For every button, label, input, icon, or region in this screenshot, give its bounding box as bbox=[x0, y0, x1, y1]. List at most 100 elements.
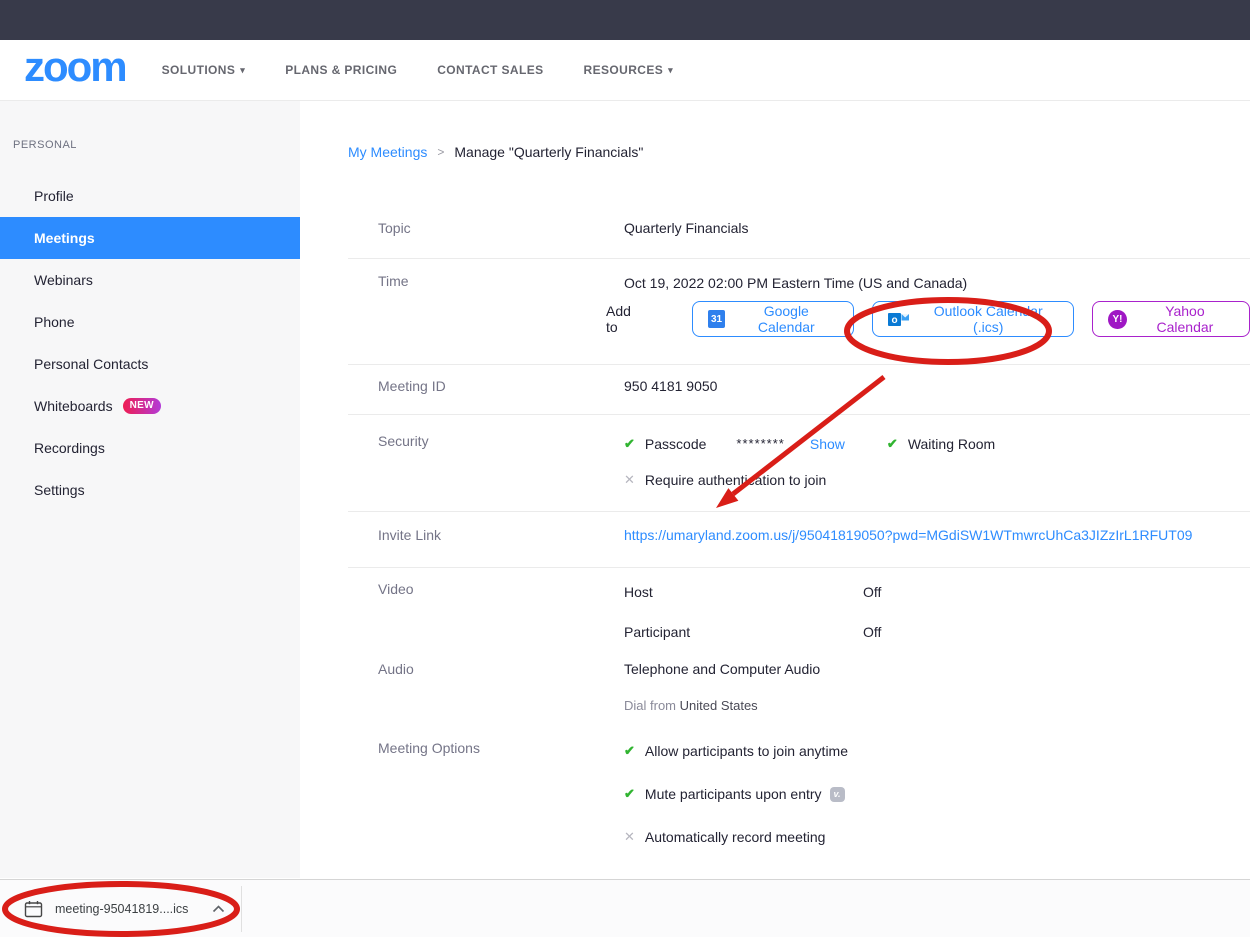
nav-plans-pricing[interactable]: PLANS & PRICING bbox=[285, 63, 397, 77]
sidebar-item-personal-contacts[interactable]: Personal Contacts bbox=[0, 343, 300, 385]
show-passcode-link[interactable]: Show bbox=[810, 433, 845, 455]
check-icon: ✔ bbox=[624, 433, 635, 455]
cross-icon: ✕ bbox=[624, 826, 635, 848]
participant-value: Off bbox=[863, 621, 881, 643]
download-item[interactable]: meeting-95041819....ics bbox=[24, 900, 225, 918]
google-calendar-button[interactable]: 31 Google Calendar bbox=[692, 301, 854, 337]
breadcrumb: My Meetings > Manage "Quarterly Financia… bbox=[348, 144, 1250, 160]
topic-label: Topic bbox=[348, 198, 624, 258]
browser-download-bar: meeting-95041819....ics bbox=[0, 879, 1250, 937]
meeting-options-label: Meeting Options bbox=[348, 740, 624, 848]
sidebar-item-label: Profile bbox=[34, 188, 74, 204]
chevron-down-icon: ▾ bbox=[240, 65, 245, 76]
dial-from-label: Dial from bbox=[624, 698, 676, 713]
audio-row: Audio Telephone and Computer Audio Dial … bbox=[348, 661, 1250, 713]
dial-from-value: United States bbox=[680, 698, 758, 713]
nav-contact-sales-label: CONTACT SALES bbox=[437, 63, 543, 77]
zoom-logo[interactable]: zoom bbox=[24, 46, 126, 94]
nav-solutions-label: SOLUTIONS bbox=[162, 63, 236, 77]
nav-plans-pricing-label: PLANS & PRICING bbox=[285, 63, 397, 77]
page-title: Manage "Quarterly Financials" bbox=[454, 144, 643, 160]
nav-contact-sales[interactable]: CONTACT SALES bbox=[437, 63, 543, 77]
mute-info-icon: v. bbox=[830, 787, 845, 802]
yahoo-calendar-label: Yahoo Calendar bbox=[1136, 303, 1234, 335]
add-to-calendar-line: Add to 31 Google Calendar o bbox=[606, 301, 1250, 337]
meeting-id-label: Meeting ID bbox=[348, 365, 624, 414]
sidebar-list: Profile Meetings Webinars Phone Personal… bbox=[0, 175, 300, 511]
option-auto-record: ✕ Automatically record meeting bbox=[624, 826, 1250, 848]
sidebar-item-label: Meetings bbox=[34, 230, 95, 246]
invite-link-label: Invite Link bbox=[348, 512, 624, 567]
cross-icon: ✕ bbox=[624, 469, 635, 491]
content-wrap: PERSONAL Profile Meetings Webinars Phone… bbox=[0, 101, 1250, 878]
outlook-calendar-icon: o bbox=[888, 311, 909, 328]
video-participant-line: Participant Off bbox=[624, 603, 1250, 643]
svg-text:o: o bbox=[892, 315, 898, 326]
add-to-label: Add to bbox=[606, 303, 646, 335]
sidebar-item-profile[interactable]: Profile bbox=[0, 175, 300, 217]
outlook-calendar-label: Outlook Calendar (.ics) bbox=[918, 303, 1058, 335]
check-icon: ✔ bbox=[624, 740, 635, 762]
check-icon: ✔ bbox=[887, 433, 898, 455]
google-calendar-icon: 31 bbox=[708, 310, 726, 328]
meeting-options-row: Meeting Options ✔ Allow participants to … bbox=[348, 740, 1250, 848]
video-row: Video Host Off Participant Off bbox=[348, 568, 1250, 643]
passcode-label: Passcode bbox=[645, 433, 706, 455]
top-navigation: SOLUTIONS ▾ PLANS & PRICING CONTACT SALE… bbox=[162, 63, 673, 77]
sidebar-item-label: Recordings bbox=[34, 440, 105, 456]
time-value: Oct 19, 2022 02:00 PM Eastern Time (US a… bbox=[624, 259, 1250, 293]
topic-value: Quarterly Financials bbox=[624, 198, 1250, 258]
yahoo-calendar-button[interactable]: Y! Yahoo Calendar bbox=[1092, 301, 1250, 337]
audio-value: Telephone and Computer Audio bbox=[624, 661, 1250, 677]
sidebar-item-label: Webinars bbox=[34, 272, 93, 288]
time-label: Time bbox=[348, 259, 624, 364]
sidebar-item-webinars[interactable]: Webinars bbox=[0, 259, 300, 301]
require-auth-label: Require authentication to join bbox=[645, 469, 826, 491]
top-dark-bar bbox=[0, 0, 1250, 40]
meeting-id-value: 950 4181 9050 bbox=[624, 365, 1250, 414]
breadcrumb-my-meetings-link[interactable]: My Meetings bbox=[348, 144, 427, 160]
nav-resources-label: RESOURCES bbox=[584, 63, 664, 77]
sidebar-item-label: Whiteboards bbox=[34, 398, 113, 414]
video-host-line: Host Off bbox=[624, 568, 1250, 603]
security-row: Security ✔ Passcode ******** Show ✔ Wait… bbox=[348, 415, 1250, 512]
option-mute-on-entry: ✔ Mute participants upon entry v. bbox=[624, 783, 1250, 805]
sidebar-section-personal: PERSONAL bbox=[13, 139, 300, 151]
topic-row: Topic Quarterly Financials bbox=[348, 198, 1250, 259]
sidebar-item-phone[interactable]: Phone bbox=[0, 301, 300, 343]
nav-solutions[interactable]: SOLUTIONS ▾ bbox=[162, 63, 246, 77]
breadcrumb-separator: > bbox=[437, 145, 444, 159]
option-join-anytime: ✔ Allow participants to join anytime bbox=[624, 740, 1250, 762]
meeting-id-row: Meeting ID 950 4181 9050 bbox=[348, 365, 1250, 415]
download-filename: meeting-95041819....ics bbox=[55, 902, 188, 916]
dial-from-line: Dial from United States bbox=[624, 698, 1250, 713]
calendar-file-icon bbox=[24, 900, 43, 918]
passcode-line: ✔ Passcode ******** Show ✔ Waiting Room bbox=[624, 415, 1250, 455]
chevron-up-icon[interactable] bbox=[212, 905, 225, 913]
sidebar-item-settings[interactable]: Settings bbox=[0, 469, 300, 511]
require-auth-line: ✕ Require authentication to join bbox=[624, 469, 1250, 491]
new-badge: NEW bbox=[123, 398, 161, 414]
host-value: Off bbox=[863, 581, 881, 603]
participant-label: Participant bbox=[624, 621, 863, 643]
video-label: Video bbox=[348, 568, 624, 643]
waiting-room-label: Waiting Room bbox=[908, 433, 995, 455]
option-label: Mute participants upon entry bbox=[645, 783, 822, 805]
outlook-calendar-button[interactable]: o Outlook Calendar (.ics) bbox=[872, 301, 1074, 337]
passcode-mask: ******** bbox=[736, 433, 784, 455]
invite-link-row: Invite Link https://umaryland.zoom.us/j/… bbox=[348, 512, 1250, 568]
sidebar-item-meetings[interactable]: Meetings bbox=[0, 217, 300, 259]
nav-resources[interactable]: RESOURCES ▾ bbox=[584, 63, 674, 77]
check-icon: ✔ bbox=[624, 783, 635, 805]
sidebar-item-label: Phone bbox=[34, 314, 74, 330]
sidebar-item-label: Settings bbox=[34, 482, 85, 498]
option-label: Allow participants to join anytime bbox=[645, 740, 848, 762]
option-label: Automatically record meeting bbox=[645, 826, 826, 848]
download-bar-divider bbox=[241, 886, 242, 932]
sidebar-item-whiteboards[interactable]: Whiteboards NEW bbox=[0, 385, 300, 427]
chevron-down-icon: ▾ bbox=[668, 65, 673, 76]
sidebar-item-recordings[interactable]: Recordings bbox=[0, 427, 300, 469]
sidebar-item-label: Personal Contacts bbox=[34, 356, 148, 372]
audio-label: Audio bbox=[348, 661, 624, 713]
invite-link[interactable]: https://umaryland.zoom.us/j/95041819050?… bbox=[624, 527, 1192, 543]
